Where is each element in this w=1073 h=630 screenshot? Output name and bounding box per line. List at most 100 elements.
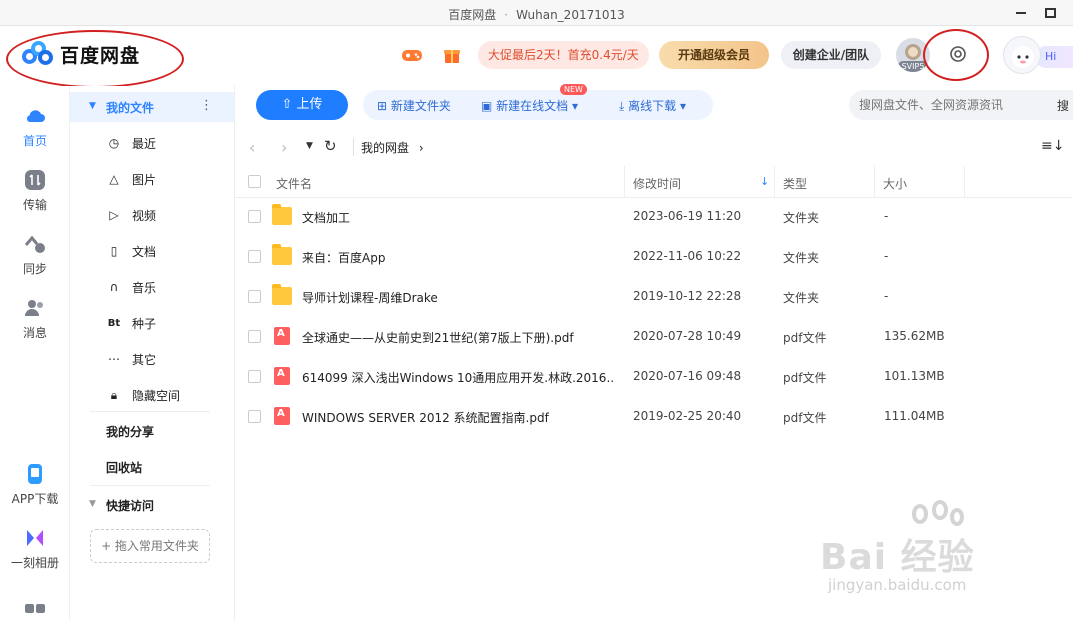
minimize-button[interactable]	[1016, 12, 1026, 14]
search-input[interactable]	[849, 90, 1073, 120]
upload-icon: ⇧	[281, 97, 297, 112]
annotation-circle-settings	[923, 29, 989, 81]
new-online-doc-button[interactable]: ▣ 新建在线文档 ▾	[481, 97, 578, 114]
forward-arrow-icon[interactable]: ›	[281, 138, 287, 157]
maximize-button[interactable]	[1045, 8, 1056, 18]
select-all-checkbox[interactable]	[248, 175, 261, 188]
file-name[interactable]: 全球通史——从史前史到21世纪(第7版上下册).pdf	[302, 329, 614, 346]
column-header-size[interactable]: 大小	[883, 175, 907, 192]
column-header-type[interactable]: 类型	[783, 175, 807, 192]
image-icon: △	[109, 172, 119, 186]
game-icon[interactable]	[401, 44, 423, 66]
file-modified: 2020-07-16 09:48	[633, 369, 742, 383]
sidebar-section-my-files[interactable]: ▼ 我的文件 ⋮	[70, 92, 234, 122]
rail-item-transfer[interactable]: 传输	[0, 168, 70, 213]
sidebar-item-label: 音乐	[132, 280, 157, 295]
column-header-name[interactable]: 文件名	[276, 175, 312, 192]
sidebar-item-images[interactable]: △ 图片	[106, 169, 156, 189]
title-bar: 百度网盘 · Wuhan_20171013	[0, 0, 1073, 26]
sidebar-item-label: 视频	[132, 208, 157, 223]
nav-bar: ‹ › ▼ ↻ 我的网盘 › ≡↓	[235, 130, 1073, 164]
history-dropdown-icon[interactable]: ▼	[306, 141, 313, 151]
offline-download-button[interactable]: ⤓ 离线下载 ▾	[619, 97, 686, 114]
promo-banner[interactable]: 大促最后2天！首充0.4元/天	[478, 41, 649, 69]
row-checkbox[interactable]	[248, 410, 261, 423]
breadcrumb-item[interactable]: 我的网盘	[361, 141, 409, 155]
file-type: pdf文件	[783, 411, 827, 425]
row-checkbox[interactable]	[248, 370, 261, 383]
file-type: 文件夹	[783, 211, 820, 225]
rail-item-apps[interactable]	[0, 602, 70, 630]
sidebar-item-my-share[interactable]: 我的分享	[106, 423, 154, 440]
new-badge: NEW	[560, 84, 587, 95]
table-row[interactable]: 全球通史——从史前史到21世纪(第7版上下册).pdf 2020-07-28 1…	[235, 317, 1073, 357]
message-icon	[25, 300, 43, 316]
download-icon: ⤓	[619, 99, 629, 113]
file-name[interactable]: WINDOWS SERVER 2012 系统配置指南.pdf	[302, 409, 614, 426]
sidebar-item-recent[interactable]: ◷ 最近	[106, 133, 156, 153]
sidebar-item-torrents[interactable]: Bt 种子	[106, 313, 156, 333]
sidebar-item-documents[interactable]: ▯ 文档	[106, 241, 156, 261]
gift-icon[interactable]	[441, 44, 463, 66]
back-arrow-icon[interactable]: ‹	[249, 138, 255, 157]
refresh-icon[interactable]: ↻	[324, 137, 337, 155]
file-name[interactable]: 614099 深入浅出Windows 10通用应用开发.林政.2016....	[302, 369, 614, 386]
rail-item-app-download[interactable]: APP下载	[0, 462, 70, 507]
window-title: 百度网盘 · Wuhan_20171013	[0, 6, 1073, 23]
rail-item-label: 消息	[22, 326, 47, 340]
app-name: 百度网盘	[448, 8, 497, 22]
open-svip-button[interactable]: 开通超级会员	[659, 41, 769, 69]
sidebar-item-hidden-space[interactable]: 🔒︎ 隐藏空间	[106, 385, 180, 405]
column-header-modified[interactable]: 修改时间	[633, 175, 681, 192]
rail-item-home[interactable]: 首页	[0, 104, 70, 149]
row-checkbox[interactable]	[248, 210, 261, 223]
sidebar-item-videos[interactable]: ▷ 视频	[106, 205, 156, 225]
search-label[interactable]: 搜	[1057, 97, 1069, 114]
row-checkbox[interactable]	[248, 250, 261, 263]
table-row[interactable]: WINDOWS SERVER 2012 系统配置指南.pdf 2019-02-2…	[235, 397, 1073, 437]
baidu-jingyan-watermark: Bai 经验 jingyan.baidu.com	[820, 500, 1020, 610]
create-team-button[interactable]: 创建企业/团队	[781, 41, 881, 69]
more-options-icon[interactable]: ⋮	[200, 98, 213, 113]
sidebar-item-label: 文档	[132, 244, 157, 259]
new-folder-label: 新建文件夹	[390, 99, 451, 113]
file-modified: 2019-10-12 22:28	[633, 289, 742, 303]
breadcrumb[interactable]: 我的网盘 ›	[361, 139, 424, 156]
file-modified: 2022-11-06 10:22	[633, 249, 742, 263]
lock-icon: 🔒︎	[110, 387, 118, 402]
row-checkbox[interactable]	[248, 290, 261, 303]
table-row[interactable]: 来自：百度App 2022-11-06 10:22 文件夹 -	[235, 237, 1073, 277]
divider	[353, 138, 354, 156]
folder-icon	[272, 204, 292, 225]
sidebar-item-recycle-bin[interactable]: 回收站	[106, 459, 142, 476]
sort-desc-icon[interactable]: ↓	[760, 175, 769, 188]
sort-icon[interactable]: ≡↓	[1041, 138, 1064, 154]
file-name[interactable]: 文档加工	[302, 209, 614, 226]
user-name: Wuhan_20171013	[516, 8, 625, 22]
table-row[interactable]: 614099 深入浅出Windows 10通用应用开发.林政.2016.... …	[235, 357, 1073, 397]
file-modified: 2023-06-19 11:20	[633, 209, 742, 223]
rail-item-album[interactable]: 一刻相册	[0, 526, 70, 571]
caret-down-icon: ▼	[89, 499, 96, 509]
title-separator: ·	[504, 8, 509, 22]
more-icon: ⋯	[108, 352, 120, 366]
file-type: 文件夹	[783, 251, 820, 265]
divider	[964, 166, 965, 197]
file-size: -	[884, 249, 889, 263]
quick-access-drop-zone[interactable]: + 拖入常用文件夹	[90, 529, 210, 563]
sidebar-item-music[interactable]: ∩ 音乐	[106, 277, 156, 297]
row-checkbox[interactable]	[248, 330, 261, 343]
file-name[interactable]: 来自：百度App	[302, 249, 614, 266]
sidebar-item-other[interactable]: ⋯ 其它	[106, 349, 156, 369]
rail-item-sync[interactable]: 同步	[0, 232, 70, 277]
transfer-icon	[25, 170, 45, 190]
rail-item-label: 传输	[22, 198, 47, 212]
upload-button[interactable]: ⇧ 上传	[256, 90, 348, 120]
rail-item-message[interactable]: 消息	[0, 296, 70, 341]
assistant-badge[interactable]: Hi	[995, 34, 1073, 78]
table-row[interactable]: 文档加工 2023-06-19 11:20 文件夹 -	[235, 197, 1073, 237]
sidebar-quick-access[interactable]: 快捷访问	[106, 497, 154, 514]
table-row[interactable]: 导师计划课程-周维Drake 2019-10-12 22:28 文件夹 -	[235, 277, 1073, 317]
file-name[interactable]: 导师计划课程-周维Drake	[302, 289, 614, 306]
new-folder-button[interactable]: ⊞ 新建文件夹	[377, 97, 451, 114]
